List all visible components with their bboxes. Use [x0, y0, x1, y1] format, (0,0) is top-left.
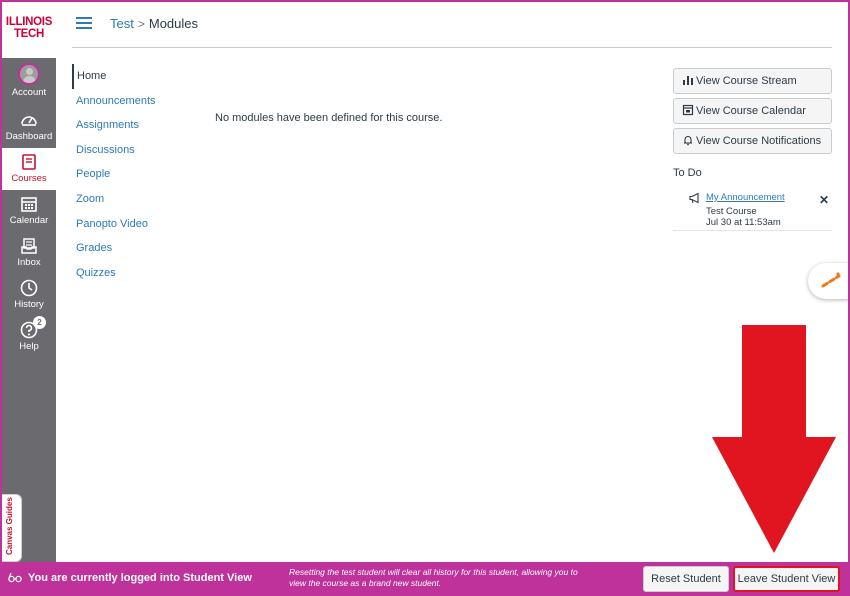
nav-item-account[interactable]: Account — [2, 58, 56, 100]
reset-student-button[interactable]: Reset Student — [643, 566, 729, 592]
inbox-icon — [21, 238, 37, 254]
hamburger-icon — [76, 17, 92, 19]
logo-line-2: TECH — [13, 28, 45, 40]
canvas-guides-tab[interactable]: Canvas Guides — [2, 494, 22, 562]
breadcrumb-course-link[interactable]: Test — [110, 16, 134, 31]
leave-student-view-button[interactable]: Leave Student View — [733, 566, 840, 592]
nav-item-courses[interactable]: Courses — [2, 148, 56, 190]
course-nav-assignments[interactable]: Assignments — [72, 113, 182, 138]
breadcrumb-separator: > — [137, 17, 145, 31]
course-nav-zoom[interactable]: Zoom — [72, 187, 182, 212]
help-badge: 2 — [33, 316, 46, 329]
global-nav: ILLINOIS TECH Account Dashboard Courses … — [2, 2, 56, 562]
nav-item-label: Account — [11, 87, 47, 98]
calendar-icon — [682, 104, 694, 116]
nav-item-history[interactable]: History — [2, 274, 56, 316]
todo-heading: To Do — [673, 167, 702, 179]
menu-toggle-button[interactable] — [76, 17, 92, 30]
nav-item-inbox[interactable]: Inbox — [2, 232, 56, 274]
student-view-reset-note: Resetting the test student will clear al… — [289, 567, 578, 588]
nav-item-dashboard[interactable]: Dashboard — [2, 106, 56, 148]
view-course-calendar-button[interactable]: View Course Calendar — [673, 98, 832, 124]
dashboard-gauge-icon — [21, 116, 37, 126]
view-course-stream-label: View Course Stream — [696, 75, 797, 87]
student-view-bar: You are currently logged into Student Vi… — [2, 562, 848, 594]
bell-icon — [684, 136, 692, 146]
todo-course-name: Test Course — [706, 206, 757, 217]
red-arrow-annotation — [712, 325, 836, 553]
nav-item-help[interactable]: 2 Help — [2, 316, 56, 358]
breadcrumb: Test > Modules — [110, 16, 198, 31]
view-course-notifications-label: View Course Notifications — [696, 135, 822, 147]
todo-date: Jul 30 at 11:53am — [706, 217, 781, 228]
calendar-icon — [21, 197, 37, 212]
nav-item-label: History — [14, 299, 44, 310]
course-nav-home[interactable]: Home — [72, 64, 182, 89]
course-nav-grades[interactable]: Grades — [72, 236, 182, 261]
student-view-message: You are currently logged into Student Vi… — [28, 572, 252, 584]
view-course-notifications-button[interactable]: View Course Notifications — [673, 128, 832, 154]
megaphone-icon — [689, 192, 699, 204]
course-nav-people[interactable]: People — [72, 162, 182, 187]
illinois-tech-logo[interactable]: ILLINOIS TECH — [2, 2, 56, 58]
hamburger-icon-bar — [76, 27, 92, 29]
nav-item-label: Calendar — [9, 215, 49, 226]
course-nav: Home Announcements Assignments Discussio… — [72, 64, 182, 285]
canvas-guides-label: Canvas Guides — [5, 497, 14, 555]
view-course-stream-button[interactable]: View Course Stream — [673, 68, 832, 94]
dismiss-todo-button[interactable]: ✕ — [819, 193, 829, 207]
student-view-glasses-icon — [8, 572, 22, 583]
course-nav-quizzes[interactable]: Quizzes — [72, 261, 182, 286]
no-modules-message: No modules have been defined for this co… — [215, 112, 443, 124]
account-avatar-icon — [18, 63, 40, 85]
pencil-dash-icon — [821, 272, 841, 288]
nav-item-label: Inbox — [17, 257, 41, 268]
course-nav-announcements[interactable]: Announcements — [72, 89, 182, 114]
courses-book-icon — [22, 154, 36, 170]
floating-assist-widget[interactable] — [808, 263, 850, 299]
course-nav-discussions[interactable]: Discussions — [72, 138, 182, 163]
nav-item-label: Help — [19, 341, 39, 352]
logo-line-1: ILLINOIS — [5, 16, 53, 28]
breadcrumb-current: Modules — [148, 16, 198, 31]
hamburger-icon-bar — [76, 22, 92, 24]
nav-item-label: Courses — [11, 173, 47, 184]
todo-item: My Announcement Test Course Jul 30 at 11… — [673, 187, 832, 231]
view-course-calendar-label: View Course Calendar — [696, 105, 806, 117]
nav-item-label: Dashboard — [5, 131, 53, 142]
bar-chart-icon — [683, 76, 693, 85]
header-divider — [72, 47, 832, 48]
nav-item-calendar[interactable]: Calendar — [2, 190, 56, 232]
todo-announcement-link[interactable]: My Announcement — [706, 192, 785, 203]
course-nav-panopto-video[interactable]: Panopto Video — [72, 212, 182, 237]
history-clock-icon — [20, 279, 38, 297]
